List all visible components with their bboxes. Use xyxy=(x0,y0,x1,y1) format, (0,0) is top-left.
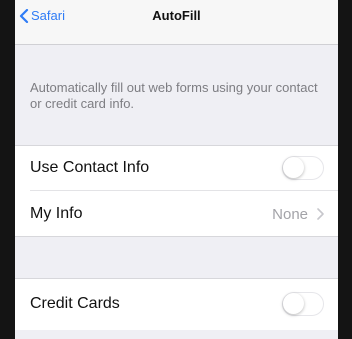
navigation-bar: Safari AutoFill xyxy=(15,0,338,45)
use-contact-info-label: Use Contact Info xyxy=(30,159,150,176)
credit-cards-row: Credit Cards xyxy=(15,278,338,330)
chevron-right-icon xyxy=(317,208,324,220)
divider xyxy=(15,278,338,279)
use-contact-info-toggle[interactable] xyxy=(282,156,324,180)
autofill-description: Automatically fill out web forms using y… xyxy=(30,80,318,111)
my-info-row[interactable]: My Info None xyxy=(15,191,338,237)
credit-cards-toggle[interactable] xyxy=(282,292,324,316)
credit-cards-label: Credit Cards xyxy=(30,295,120,312)
page-title: AutoFill xyxy=(152,8,201,23)
divider xyxy=(15,236,338,237)
use-contact-info-row: Use Contact Info xyxy=(15,145,338,191)
divider xyxy=(15,145,338,146)
my-info-label: My Info xyxy=(30,205,83,222)
my-info-value: None xyxy=(272,205,308,223)
device-frame: Safari AutoFill Automatically fill out w… xyxy=(0,0,352,339)
toggle-knob xyxy=(283,293,304,314)
autofill-settings-screen: Safari AutoFill Automatically fill out w… xyxy=(15,0,338,339)
toggle-knob xyxy=(283,157,304,178)
